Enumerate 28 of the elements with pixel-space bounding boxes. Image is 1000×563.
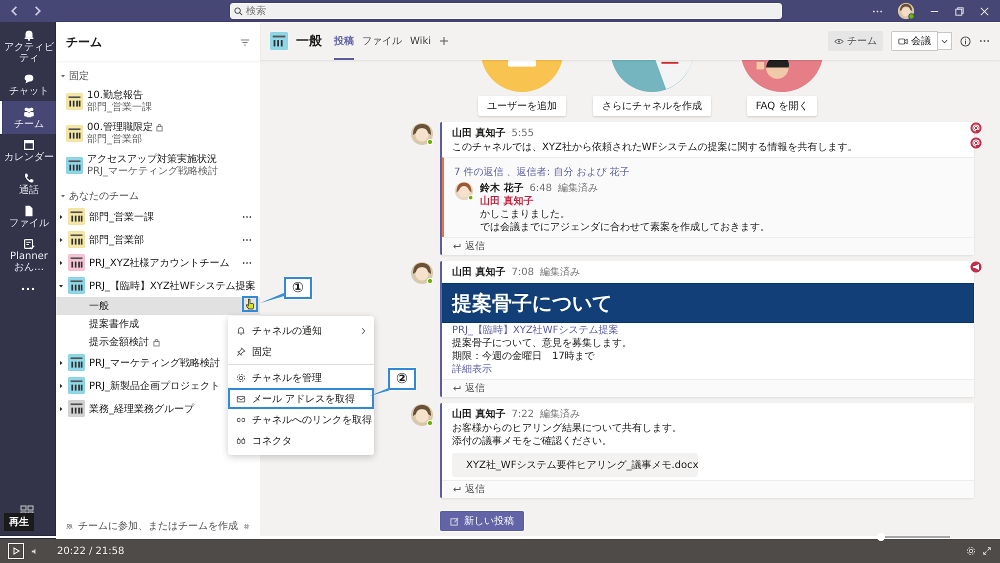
message-text: 期限：今週の金曜日 17時まで: [452, 350, 595, 363]
edited-label: 編集済み: [540, 266, 580, 279]
message-text: かしこまりました。: [480, 208, 570, 221]
author-name: 山田 真知子: [452, 408, 506, 421]
tooltip: 再生: [4, 513, 34, 531]
banner-title: 提案骨子について: [452, 290, 612, 316]
team-subtitle: 部門_営業一課: [87, 102, 153, 114]
channel-title: 一般: [296, 33, 322, 50]
message-text: このチャネルでは、XYZ社から依頼されたWFシステムの提案に関する情報を共有します。: [452, 141, 858, 154]
callout-label: ①: [284, 277, 312, 299]
message-text: 添付の議事メモをご確認ください。: [452, 435, 612, 448]
sidebar-title: チーム: [66, 34, 102, 51]
callout-label: ②: [388, 368, 416, 390]
author-name: 山田 真知子: [452, 126, 506, 140]
author-name: 山田 真知子: [452, 266, 506, 279]
team-subtitle: PRJ_マーケティング戦略検討: [87, 166, 219, 178]
author-name: 鈴木 花子: [480, 182, 524, 195]
edited-label: 編集済み: [558, 182, 598, 195]
team-subtitle: 部門_営業部: [87, 134, 143, 146]
edited-label: 編集済み: [540, 408, 580, 421]
message-text: お客様からのヒアリング結果について共有します。: [452, 422, 682, 435]
message-text: では会議までにアジェンダに合わせて素案を作成しておきます。: [480, 221, 770, 234]
message-text: 提案骨子について、意見を募集します。: [452, 337, 632, 350]
post-time: 7:22: [511, 409, 534, 420]
post-time: 7:08: [511, 267, 534, 278]
post-time: 6:48: [529, 183, 552, 194]
playback-time: 20:22 / 21:58: [57, 546, 124, 556]
post-time: 5:55: [511, 128, 534, 139]
